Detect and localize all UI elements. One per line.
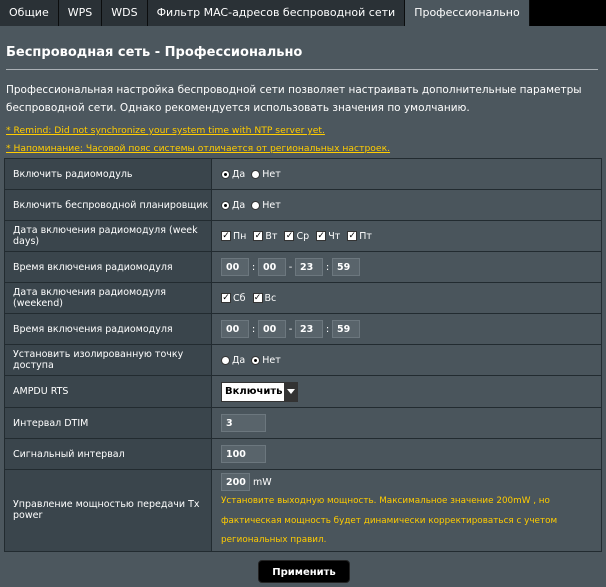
row-label: Включить беспроводной планировщик [4,189,212,221]
row-enable-radio: Включить радиомодуль Да Нет [4,158,602,190]
row-label: Включить радиомодуль [4,158,212,190]
row-value: 3 [211,407,602,439]
tx-power-input[interactable]: 200 [221,473,250,491]
checkbox-tue[interactable]: ✓ [253,231,264,241]
row-value: Включить [211,375,602,408]
row-label: Время включения радиомодуля [4,313,212,345]
page-title: Беспроводная сеть - Профессионально [6,45,303,60]
row-label: Время включения радиомодуля [4,251,212,283]
row-scheduler: Включить беспроводной планировщик Да Нет [4,189,602,221]
row-isolated-ap: Установить изолированную точку доступа Д… [4,344,602,376]
beacon-interval-input[interactable]: 100 [221,445,266,463]
select-value: Включить [225,386,283,397]
row-label: Управление мощностью передачи Tx power [4,469,212,552]
row-tx-power: Управление мощностью передачи Tx power 2… [4,469,602,552]
time-colon: : [325,323,330,335]
checkbox-mon[interactable]: ✓ [221,231,231,241]
day-label: Пн [233,230,247,242]
checkbox-sat[interactable]: ✓ [221,293,231,303]
row-weekdays: Дата включения радиомодуля (week days) ✓… [4,220,602,252]
row-value: Да Нет [211,344,602,376]
apply-button[interactable]: Применить [258,560,350,583]
tab-professional[interactable]: Профессионально [405,0,530,26]
day-label: Сб [233,292,246,304]
checkbox-fri[interactable]: ✓ [347,231,358,241]
row-value: 200 mW Установите выходную мощность. Макс… [211,469,602,552]
settings-table: Включить радиомодуль Да Нет Включить бес… [4,158,602,552]
row-label: AMPDU RTS [4,375,212,408]
weekday-start-hour-input[interactable]: 00 [221,258,249,276]
row-weekend: Дата включения радиомодуля (weekend) ✓ Сб… [4,282,602,314]
row-value: Да Нет [211,158,602,190]
tab-general[interactable]: Общие [0,0,59,26]
time-dash: - [288,323,293,335]
page-description: Профессиональная настройка беспроводной … [6,84,582,114]
time-dash: - [288,261,293,273]
weekend-end-minute-input[interactable]: 59 [332,320,360,338]
ntp-warning-link[interactable]: * Remind: Did not synchronize your syste… [6,125,325,136]
time-colon: : [251,261,256,273]
day-label: Вт [265,230,278,242]
checkbox-thu[interactable]: ✓ [316,231,327,241]
weekend-end-hour-input[interactable]: 23 [295,320,323,338]
row-ampdu-rts: AMPDU RTS Включить [4,375,602,408]
radio-scheduler-no[interactable] [251,200,261,210]
row-label: Сигнальный интервал [4,438,212,470]
row-value: ✓ Пн ✓ Вт ✓ Ср ✓ Чт ✓ Пт [211,220,602,252]
chevron-down-icon [284,382,297,401]
row-value: 00:00-23:59 [211,251,602,283]
tab-wds[interactable]: WDS [102,0,148,26]
radio-scheduler-yes[interactable] [221,200,230,210]
radio-no-label: Нет [262,168,281,180]
day-label: Чт [328,230,341,242]
content-panel: Беспроводная сеть - Профессионально Проф… [0,26,606,587]
timezone-warning-link[interactable]: * Напоминание: Часовой пояс системы отли… [6,143,390,154]
title-divider [6,69,598,70]
row-beacon: Сигнальный интервал 100 [4,438,602,470]
day-label: Вс [264,292,277,304]
weekday-end-hour-input[interactable]: 23 [295,258,323,276]
row-weekday-time: Время включения радиомодуля 00:00-23:59 [4,251,602,283]
row-label: Дата включения радиомодуля (weekend) [4,282,212,314]
dtim-input[interactable]: 3 [221,414,266,432]
weekend-start-hour-input[interactable]: 00 [221,320,249,338]
radio-yes-label: Да [232,168,246,180]
time-colon: : [325,261,330,273]
day-label: Пт [359,230,372,242]
radio-enable-no[interactable] [251,169,261,179]
row-weekend-time: Время включения радиомодуля 00:00-23:59 [4,313,602,345]
tab-wps[interactable]: WPS [58,0,103,26]
radio-yes-label: Да [232,199,246,211]
radio-yes-label: Да [232,354,246,366]
row-label: Интервал DTIM [4,407,212,439]
time-colon: : [251,323,256,335]
checkbox-sun[interactable]: ✓ [252,293,263,303]
row-value: 00:00-23:59 [211,313,602,345]
weekend-start-minute-input[interactable]: 00 [258,320,286,338]
weekday-end-minute-input[interactable]: 59 [332,258,360,276]
weekday-start-minute-input[interactable]: 00 [258,258,286,276]
radio-no-label: Нет [262,199,281,211]
ampdu-rts-select[interactable]: Включить [221,381,298,402]
row-dtim: Интервал DTIM 3 [4,407,602,439]
row-value: 100 [211,438,602,470]
checkbox-wed[interactable]: ✓ [284,231,295,241]
radio-isolate-yes[interactable] [221,355,230,365]
radio-no-label: Нет [262,354,281,366]
tab-mac-filter[interactable]: Фильтр MAC-адресов беспроводной сети [147,0,406,26]
row-label: Установить изолированную точку доступа [4,344,212,376]
radio-enable-yes[interactable] [221,169,230,179]
tx-power-unit: mW [253,476,272,488]
row-label: Дата включения радиомодуля (week days) [4,220,212,252]
tx-power-hint: Установите выходную мощность. Максимальн… [221,496,558,545]
tab-bar: Общие WPS WDS Фильтр MAC-адресов беспров… [0,0,606,26]
row-value: Да Нет [211,189,602,221]
radio-isolate-no[interactable] [251,355,261,365]
row-value: ✓ Сб ✓ Вс [211,282,602,314]
day-label: Ср [296,230,310,242]
